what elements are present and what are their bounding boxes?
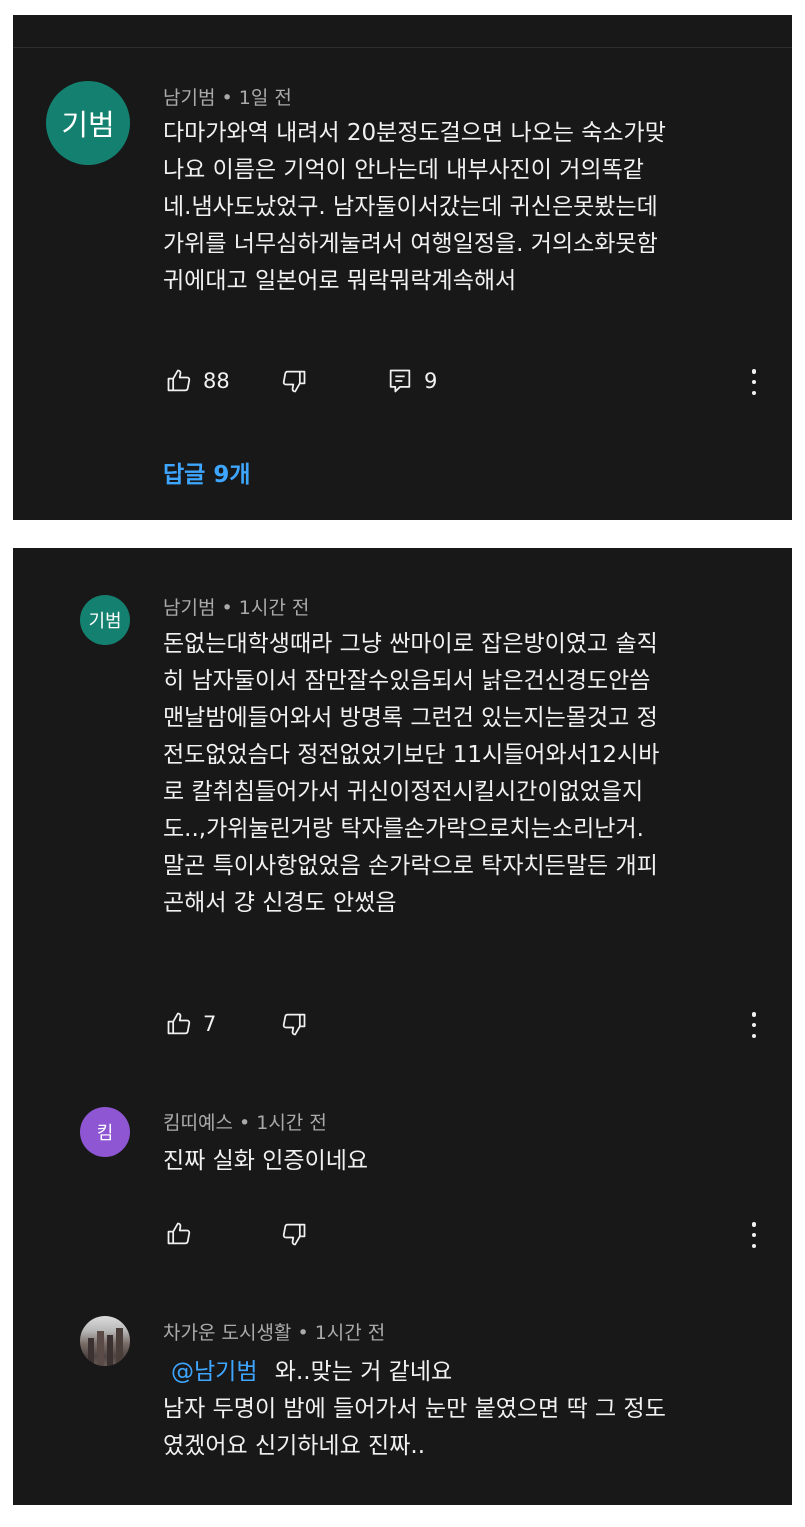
avatar-initials: 기범 [61,108,115,142]
like-button[interactable]: 88 [165,367,230,395]
comment-meta: 남기범 • 1일 전 [163,83,292,110]
like-button[interactable] [165,1220,193,1248]
avatar-initials: 킴 [96,1123,114,1144]
comment-time[interactable]: 1시간 전 [256,1112,327,1134]
author-name[interactable]: 남기범 [163,87,215,109]
meta-separator: • [238,1112,251,1134]
comment-thread-panel: 기범 남기범 • 1일 전 다마가와역 내려서 20분정도걸으면 나오는 숙소가… [13,15,792,520]
comment-time[interactable]: 1시간 전 [315,1322,386,1344]
comment-line: 가위를 너무심하게눌려서 여행일정을. 거의소화못함 [163,231,658,257]
like-button[interactable]: 7 [165,1010,216,1038]
avatar-initials: 기범 [88,611,122,632]
dislike-button[interactable] [280,1220,308,1248]
comment-line: 진짜 실화 인증이네요 [163,1148,369,1174]
view-replies-link[interactable]: 답글 9개 [163,455,251,489]
author-name[interactable]: 남기범 [163,597,215,619]
comment-line: 남자 두명이 밤에 들어가서 눈만 붙였으면 딱 그 정도 [163,1396,666,1422]
comment-meta: 차가운 도시생활 • 1시간 전 [163,1318,385,1345]
comment-line: 맨날밤에들어와서 방명록 그런건 있는지는몰것고 정 [163,705,658,731]
dislike-button[interactable] [280,367,308,395]
comment-line: @남기범 와..맞는 거 같네요 [163,1354,666,1391]
comment-meta: 남기범 • 1시간 전 [163,593,309,620]
like-count: 7 [203,1012,217,1036]
comment-line: 돈없는대학생때라 그냥 싼마이로 잡은방이였고 솔직 [163,631,658,657]
avatar[interactable]: 기범 [80,595,130,645]
comment-text: 다마가와역 내려서 20분정도걸으면 나오는 숙소가맞 나요 이름은 기억이 안… [163,115,666,300]
comment-line: 였겠어요 신기하네요 진짜.. [163,1433,426,1459]
comment-text: 진짜 실화 인증이네요 [163,1143,368,1180]
thumbs-up-icon [165,1010,193,1038]
more-vertical-icon[interactable] [749,1012,759,1038]
avatar[interactable]: 기범 [46,81,130,165]
meta-separator: • [297,1322,309,1344]
divider [13,47,792,48]
city-photo-image [80,1316,130,1366]
comment-line: 다마가와역 내려서 20분정도걸으면 나오는 숙소가맞 [163,120,666,146]
comment-line: 도..,가위눌린거랑 탁자를손가락으로치는소리난거. [163,816,644,842]
meta-separator: • [221,597,233,619]
more-vertical-icon[interactable] [749,1222,759,1248]
comment-line: 곤해서 걍 신경도 안썼음 [163,890,397,916]
avatar[interactable]: 킴 [80,1107,130,1157]
author-name[interactable]: 킴띠예스 [163,1112,233,1134]
comment-line: 귀에대고 일본어로 뭐락뭐락계속해서 [163,268,517,294]
thumbs-down-icon [280,1010,308,1038]
comment-line: 히 남자둘이서 잠만잘수있음되서 낡은건신경도안씀 [163,668,651,694]
thumbs-up-icon [165,367,193,395]
like-count: 88 [203,369,230,393]
more-vertical-icon[interactable] [749,369,759,395]
comment-time[interactable]: 1일 전 [239,87,292,109]
comment-line: 전도없었슴다 정전없었기보단 11시들어와서12시바 [163,742,660,768]
comment-line: 네.냄사도났었구. 남자둘이서갔는데 귀신은못봤는데 [163,194,658,220]
reply-button[interactable]: 9 [386,367,437,395]
comment-line: 로 칼취침들어가서 귀신이정전시킬시간이없었을지 [163,779,644,805]
comment-text-segment: 와..맞는 거 같네요 [274,1359,453,1385]
comment-line: 나요 이름은 기억이 안나는데 내부사진이 거의똑같 [163,157,644,183]
meta-separator: • [221,87,233,109]
author-name[interactable]: 차가운 도시생활 [163,1322,291,1344]
thumbs-up-icon [165,1220,193,1248]
comment-time[interactable]: 1시간 전 [239,597,310,619]
thumbs-down-icon [280,367,308,395]
comment-text: 돈없는대학생때라 그냥 싼마이로 잡은방이였고 솔직 히 남자둘이서 잠만잘수있… [163,626,659,922]
replies-panel: 기범 남기범 • 1시간 전 돈없는대학생때라 그냥 싼마이로 잡은방이였고 솔… [13,548,792,1505]
reply-count: 9 [424,369,438,393]
dislike-button[interactable] [280,1010,308,1038]
comment-icon [386,367,414,395]
mention-link[interactable]: @남기범 [171,1359,257,1385]
thumbs-down-icon [280,1220,308,1248]
comment-line: 말곤 특이사항없었음 손가락으로 탁자치든말든 개피 [163,853,658,879]
avatar[interactable] [80,1316,130,1366]
comment-text: @남기범 와..맞는 거 같네요 남자 두명이 밤에 들어가서 눈만 붙였으면 … [163,1354,666,1465]
comment-meta: 킴띠예스 • 1시간 전 [163,1108,327,1135]
